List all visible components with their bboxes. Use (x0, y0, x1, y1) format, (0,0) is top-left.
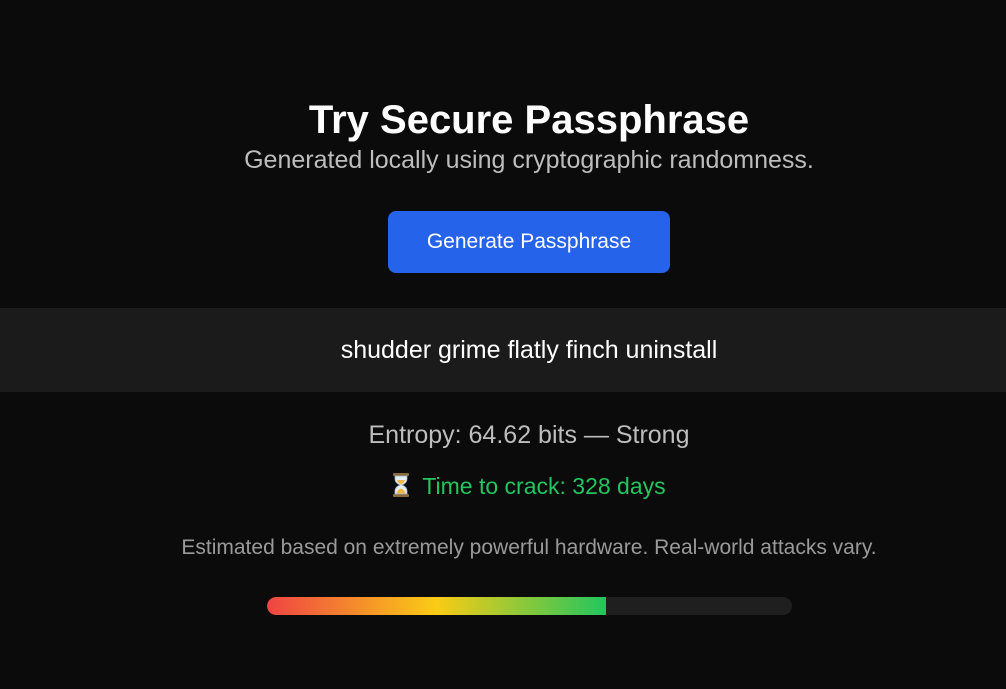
strength-meter-fill (267, 597, 606, 615)
entropy-readout: Entropy: 64.62 bits — Strong (368, 421, 690, 449)
estimate-note: Estimated based on extremely powerful ha… (181, 536, 877, 559)
strength-meter (267, 597, 792, 615)
time-to-crack-text: Time to crack: 328 days (422, 473, 666, 499)
hourglass-icon (392, 473, 410, 497)
page: Try Secure Passphrase Generated locally … (0, 0, 1006, 689)
time-to-crack: Time to crack: 328 days (0, 470, 1006, 502)
page-subtitle: Generated locally using cryptographic ra… (244, 146, 814, 174)
passphrase-display: shudder grime flatly finch uninstall (0, 308, 1006, 392)
generate-passphrase-button[interactable]: Generate Passphrase (388, 211, 670, 273)
page-title: Try Secure Passphrase (308, 98, 750, 142)
passphrase-text: shudder grime flatly finch uninstall (340, 336, 718, 364)
